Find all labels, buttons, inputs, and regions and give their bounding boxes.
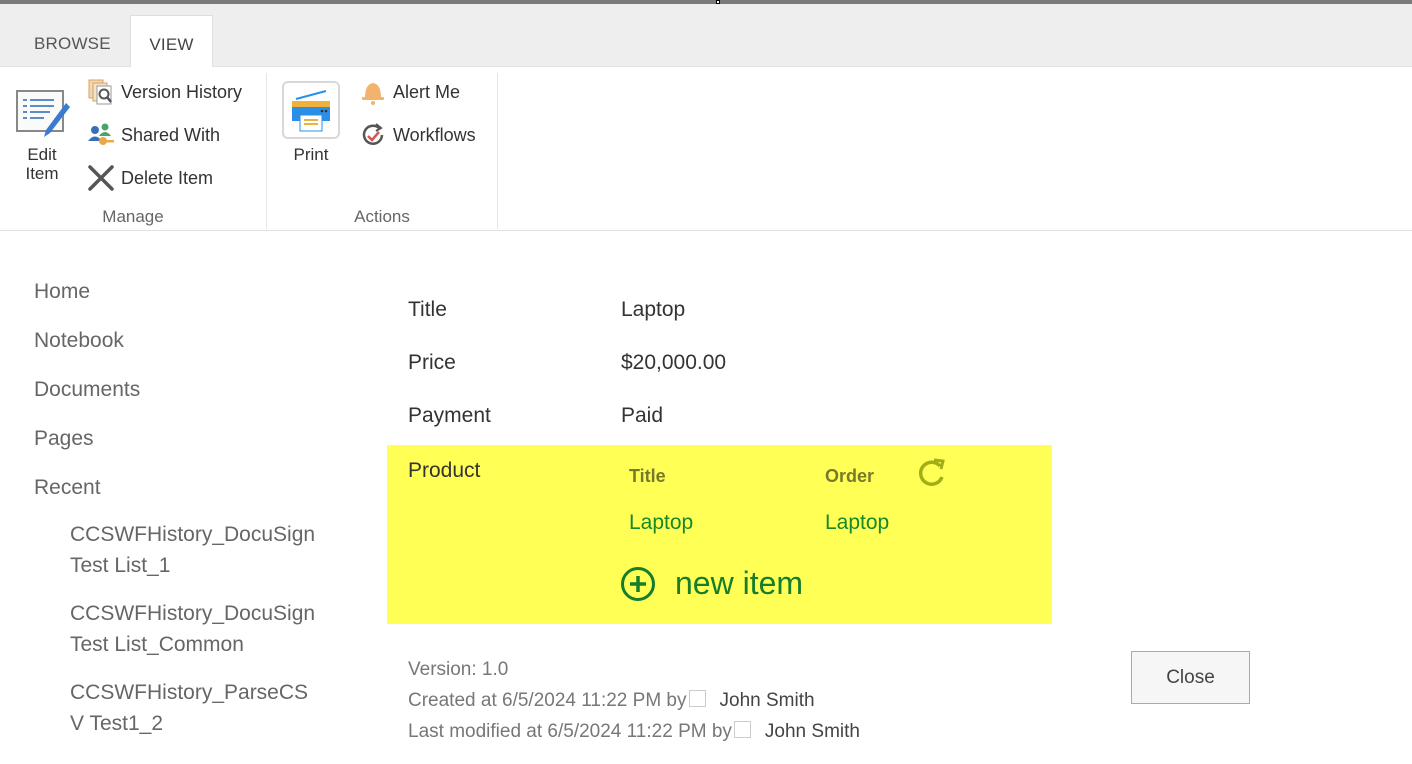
add-circle-icon	[621, 566, 655, 601]
created-by-link[interactable]: John Smith	[720, 690, 815, 711]
edit-item-button[interactable]: Edit Item	[13, 85, 71, 183]
modified-by-link[interactable]: John Smith	[765, 721, 860, 742]
created-text: Created at 6/5/2024 11:22 PM by	[408, 690, 687, 711]
nav-recent-item[interactable]: CCSWFHistory_DocuSign Test List_1	[70, 519, 320, 581]
item-form: Title Laptop Price $20,000.00 Payment Pa…	[387, 288, 1052, 447]
print-label: Print	[293, 145, 329, 164]
modified-text: Last modified at 6/5/2024 11:22 PM by	[408, 721, 732, 742]
modified-line: Last modified at 6/5/2024 11:22 PM by Joh…	[408, 716, 860, 747]
nav-item-documents[interactable]: Documents	[34, 372, 334, 421]
presence-icon	[688, 690, 706, 707]
version-history-label: Version History	[121, 81, 243, 102]
quick-launch-nav: Home Notebook Documents Pages Recent CCS…	[34, 274, 334, 756]
nav-recent-item[interactable]: CCSWFHistory_ParseCSV Test1_2	[70, 677, 320, 739]
nav-item-pages[interactable]: Pages	[34, 421, 334, 470]
product-field-highlight: Product Title Order Laptop Laptop new it…	[387, 445, 1052, 624]
presence-icon	[733, 721, 751, 738]
version-text: Version: 1.0	[408, 659, 509, 680]
delete-x-icon	[86, 163, 116, 193]
nav-item-recent[interactable]: Recent	[34, 470, 334, 519]
print-button[interactable]: Print	[282, 81, 340, 164]
field-row-price: Price $20,000.00	[387, 341, 1052, 394]
ribbon-group-manage: Edit Item Version History Shared With De…	[0, 73, 267, 229]
nav-item-home[interactable]: Home	[34, 274, 334, 323]
workflows-icon	[358, 120, 388, 150]
ribbon-tabstrip: BROWSE VIEW	[0, 4, 1412, 69]
delete-item-label: Delete Item	[121, 167, 214, 188]
field-value: $20,000.00	[621, 351, 727, 374]
tab-browse[interactable]: BROWSE	[13, 15, 132, 68]
nav-recent-item[interactable]: CCSWFHistory_DocuSign Test List_Common	[70, 598, 320, 660]
field-label: Title	[408, 298, 447, 321]
ribbon: Edit Item Version History Shared With De…	[0, 67, 1412, 231]
shared-with-icon	[86, 120, 116, 150]
alert-me-label: Alert Me	[393, 81, 461, 102]
field-value: Laptop	[621, 298, 686, 321]
refresh-icon[interactable]	[917, 457, 947, 489]
manage-group-label: Manage	[102, 207, 164, 226]
created-line: Created at 6/5/2024 11:22 PM by John Smit…	[408, 685, 860, 716]
close-button[interactable]: Close	[1131, 651, 1250, 704]
version-history-icon	[86, 77, 116, 107]
shared-with-label: Shared With	[121, 124, 221, 145]
workflows-button[interactable]: Workflows	[358, 120, 476, 150]
field-row-title: Title Laptop	[387, 288, 1052, 341]
print-icon	[282, 81, 340, 141]
delete-item-button[interactable]: Delete Item	[86, 163, 213, 193]
tab-view[interactable]: VIEW	[130, 15, 213, 69]
field-label: Price	[408, 351, 456, 374]
edit-item-label: Edit Item	[25, 145, 59, 183]
actions-group-label: Actions	[354, 207, 410, 226]
item-metadata: Version: 1.0 Created at 6/5/2024 11:22 P…	[408, 654, 860, 747]
alert-me-button[interactable]: Alert Me	[358, 77, 460, 107]
subgrid-header-order[interactable]: Order	[825, 466, 874, 487]
subgrid-header-title[interactable]: Title	[629, 466, 666, 487]
edit-item-icon	[14, 85, 70, 141]
subgrid-cell-link[interactable]: Laptop	[825, 511, 889, 535]
workflows-label: Workflows	[393, 124, 476, 145]
field-value: Paid	[621, 404, 664, 427]
bell-icon	[358, 77, 388, 107]
subgrid-cell-link[interactable]: Laptop	[629, 511, 693, 535]
field-label: Product	[408, 459, 481, 482]
field-label: Payment	[408, 404, 491, 427]
field-row-payment: Payment Paid	[387, 394, 1052, 447]
ribbon-group-actions: Print Alert Me Workflows Actions	[267, 73, 498, 229]
new-item-label: new item	[675, 565, 804, 601]
new-item-button[interactable]: new item	[620, 565, 803, 602]
shared-with-button[interactable]: Shared With	[86, 120, 220, 150]
version-history-button[interactable]: Version History	[86, 77, 242, 107]
nav-item-notebook[interactable]: Notebook	[34, 323, 334, 372]
